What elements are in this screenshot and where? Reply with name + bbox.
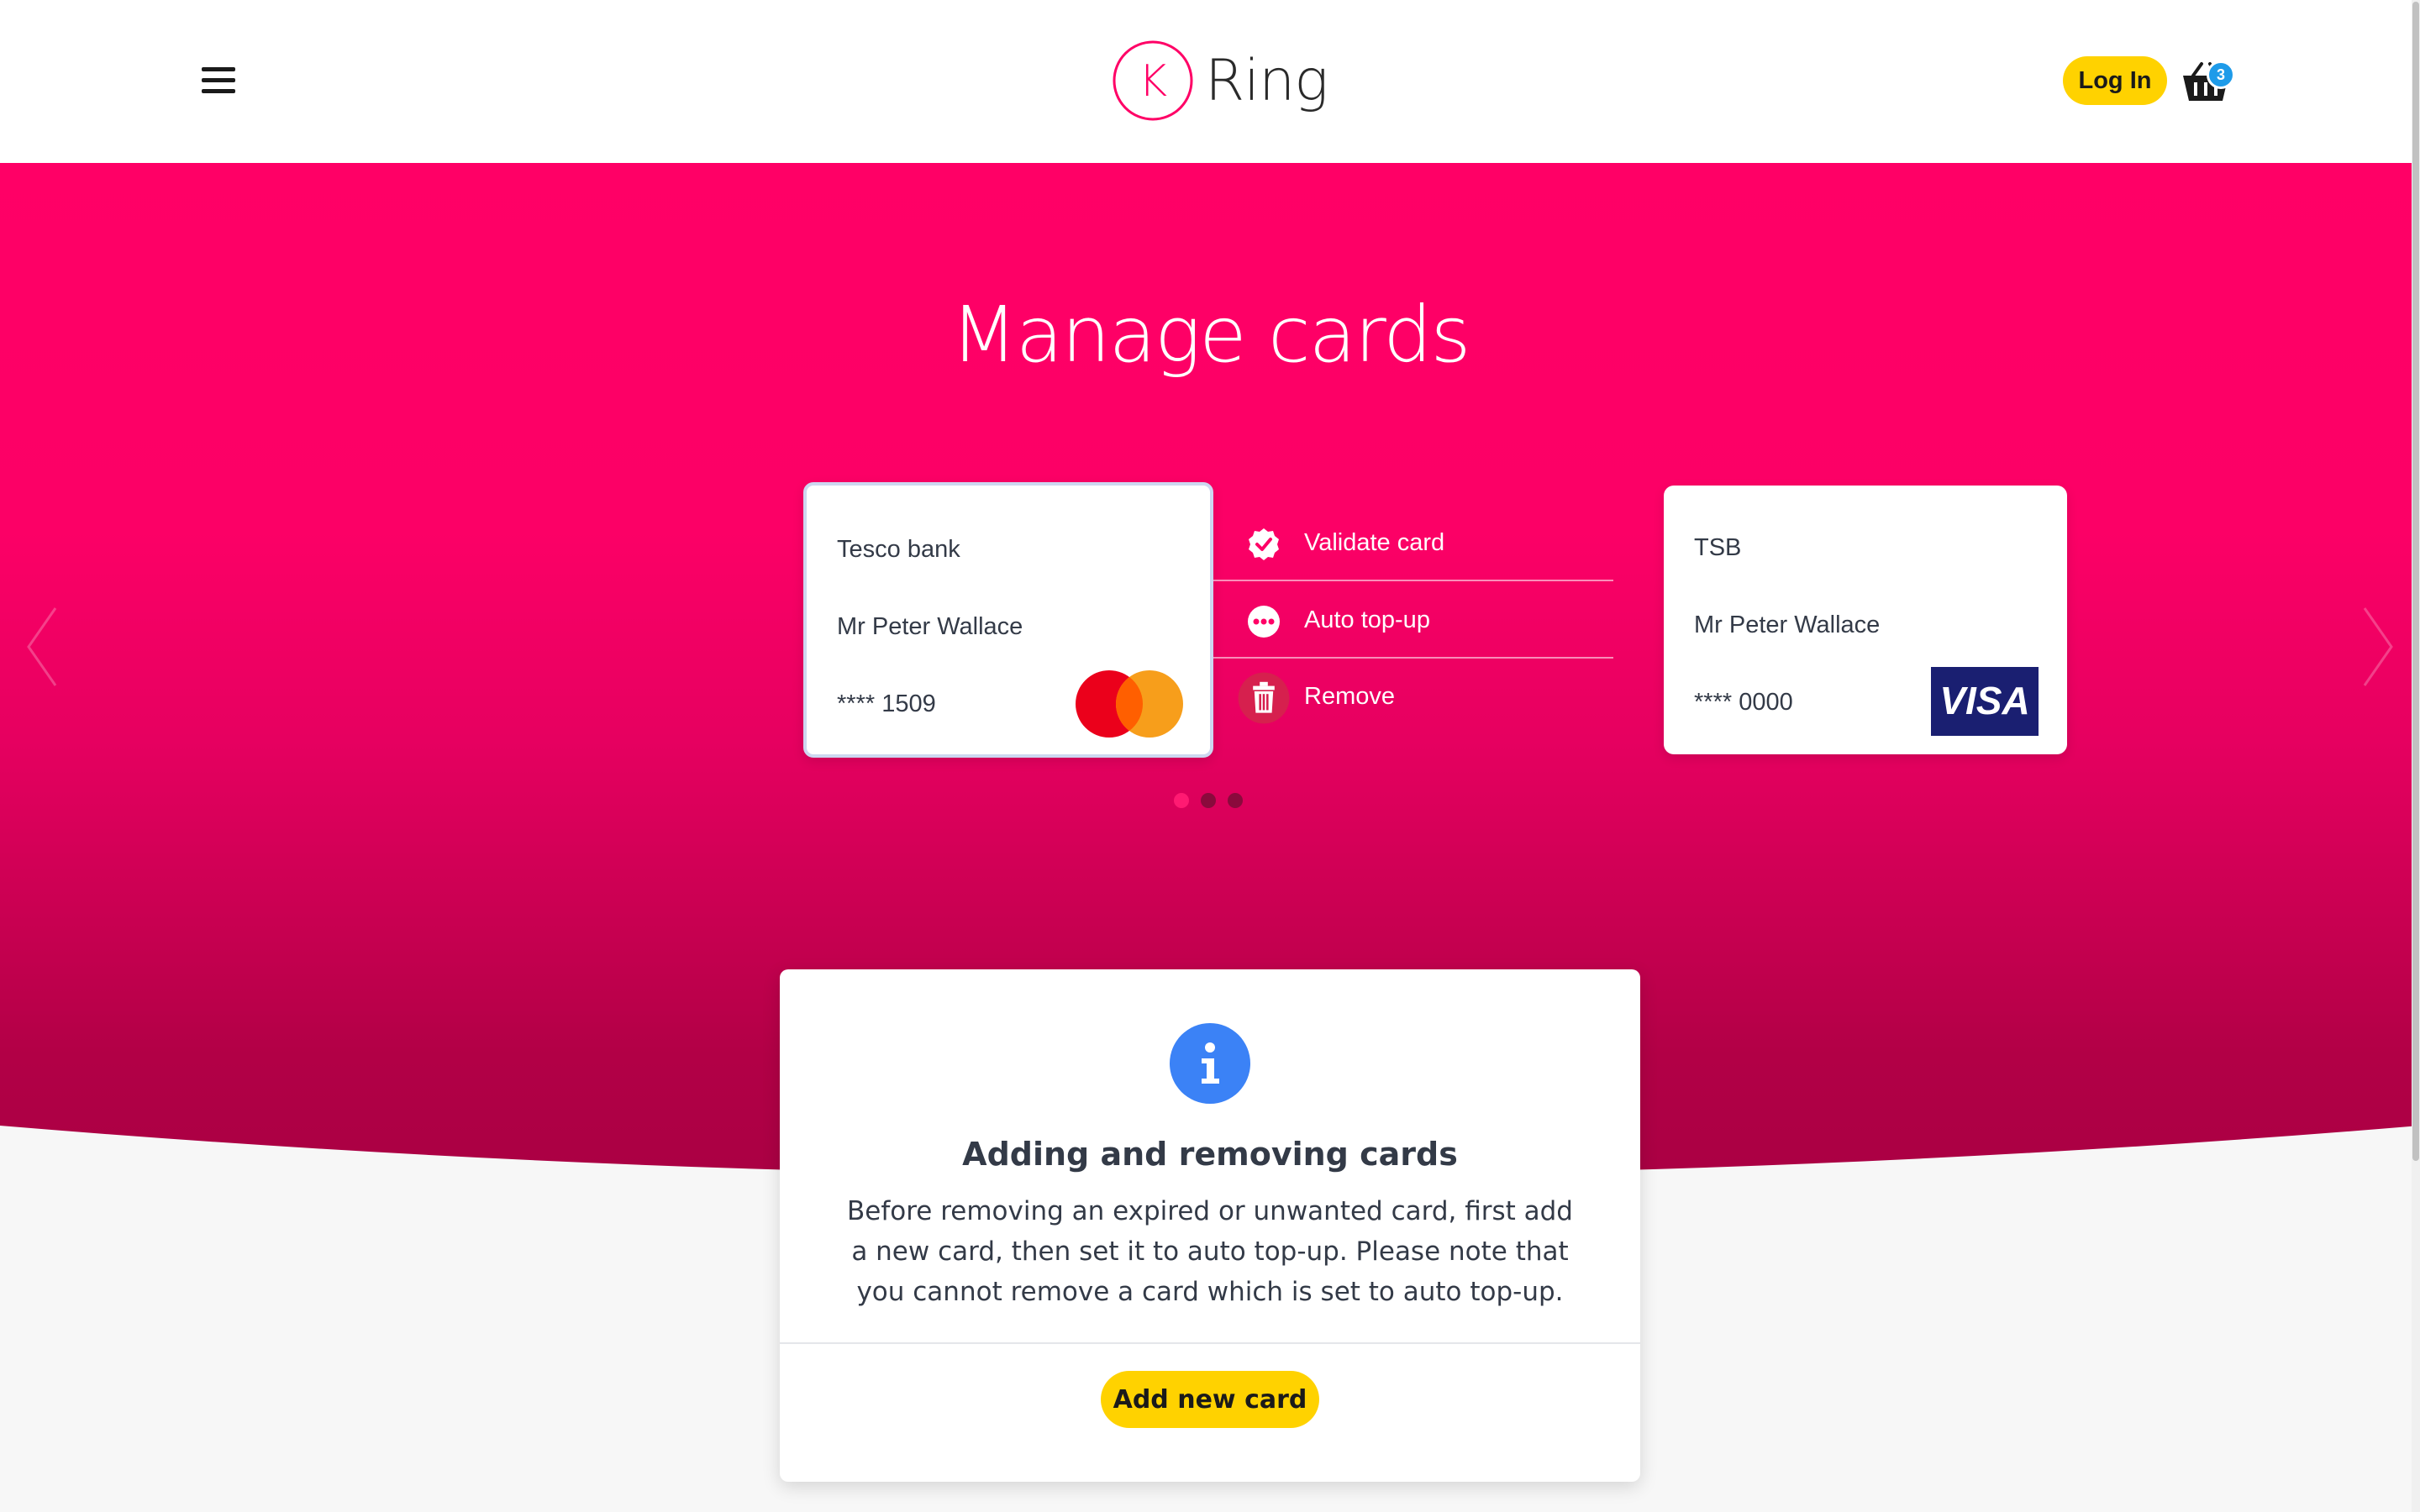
carousel-next-arrow-icon[interactable] bbox=[2360, 605, 2396, 689]
scrollbar-thumb[interactable] bbox=[2412, 2, 2419, 1161]
auto-top-up-action[interactable]: Auto top-up bbox=[1213, 583, 1613, 659]
payment-card-tsb[interactable]: TSB Mr Peter Wallace **** 0000 VISA bbox=[1664, 486, 2067, 754]
card-holder-name: Mr Peter Wallace bbox=[837, 613, 1023, 640]
info-text: Before removing an expired or unwanted c… bbox=[846, 1196, 1573, 1307]
action-divider bbox=[1213, 657, 1613, 659]
hamburger-menu-icon[interactable] bbox=[202, 66, 240, 96]
carousel-dot[interactable] bbox=[1201, 793, 1216, 808]
info-icon bbox=[1170, 1023, 1250, 1104]
info-panel: Adding and removing cards Before removin… bbox=[780, 969, 1640, 1482]
verified-check-icon bbox=[1249, 528, 1279, 560]
login-button[interactable]: Log In bbox=[2063, 56, 2167, 105]
card-number: **** 1509 bbox=[837, 690, 936, 717]
visa-logo-icon: VISA bbox=[1931, 667, 2039, 736]
trash-icon bbox=[1238, 672, 1290, 724]
card-holder-name: Mr Peter Wallace bbox=[1694, 612, 1881, 638]
carousel-prev-arrow-icon[interactable] bbox=[24, 605, 60, 689]
remove-card-action[interactable]: Remove bbox=[1213, 659, 1613, 735]
basket-count-badge: 3 bbox=[2207, 60, 2235, 89]
info-title: Adding and removing cards bbox=[962, 1136, 1458, 1173]
remove-card-label: Remove bbox=[1304, 683, 1395, 710]
card-bank-name: TSB bbox=[1694, 534, 1742, 561]
mastercard-logo-icon bbox=[1076, 670, 1183, 738]
logo-mark-icon: K bbox=[1113, 40, 1193, 121]
visa-wordmark: VISA bbox=[1939, 679, 2029, 722]
logo-letter: K bbox=[1139, 56, 1167, 107]
brand-logo[interactable]: K Ring bbox=[1111, 37, 1328, 124]
add-new-card-button[interactable]: Add new card bbox=[1101, 1371, 1319, 1428]
validate-card-label: Validate card bbox=[1304, 529, 1445, 556]
page-title: Manage cards bbox=[950, 290, 1471, 380]
more-dots-icon bbox=[1248, 606, 1280, 638]
carousel-dot[interactable] bbox=[1228, 793, 1243, 808]
card-bank-name: Tesco bank bbox=[837, 536, 960, 563]
brand-name: Ring bbox=[1205, 47, 1328, 114]
payment-card-tesco[interactable]: Tesco bank Mr Peter Wallace **** 1509 bbox=[803, 482, 1213, 758]
card-number: **** 0000 bbox=[1694, 689, 1793, 716]
site-header: K Ring Log In 3 bbox=[0, 0, 2420, 163]
info-divider bbox=[780, 1342, 1640, 1344]
auto-top-up-label: Auto top-up bbox=[1304, 606, 1430, 633]
carousel-dot[interactable] bbox=[1174, 793, 1189, 808]
validate-card-action[interactable]: Validate card bbox=[1213, 506, 1613, 581]
action-divider bbox=[1213, 580, 1613, 581]
carousel-pagination bbox=[1174, 793, 1243, 808]
